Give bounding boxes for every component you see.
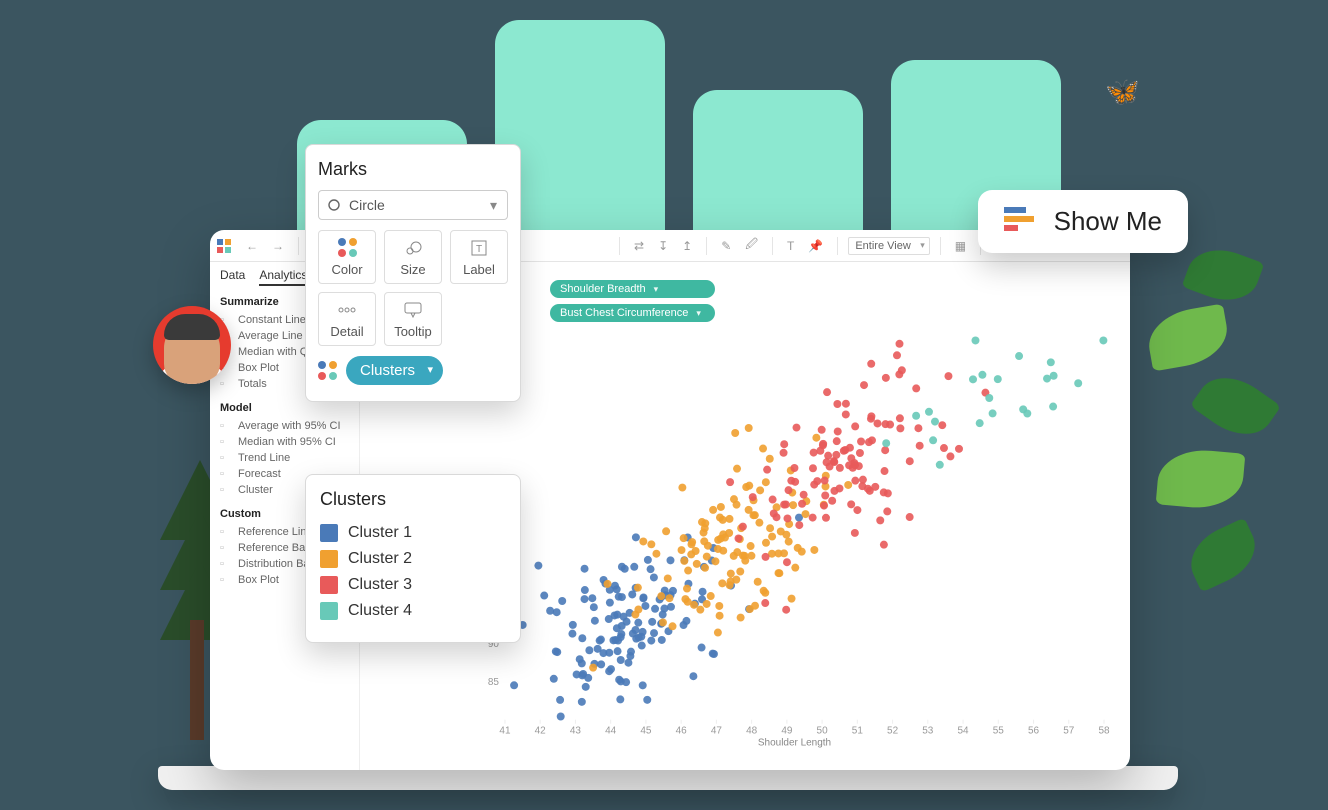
- back-button[interactable]: ←: [242, 237, 262, 255]
- fit-selector[interactable]: Entire View: [848, 237, 929, 255]
- svg-text:52: 52: [887, 726, 899, 737]
- marks-title: Marks: [318, 159, 508, 180]
- marks-detail[interactable]: Detail: [318, 292, 376, 346]
- svg-text:51: 51: [852, 726, 864, 737]
- clusters-legend: Clusters Cluster 1Cluster 2Cluster 3Clus…: [305, 474, 521, 643]
- scatter-chart: 414243444546474849505152535455565758 859…: [475, 330, 1114, 750]
- mark-type-label: Circle: [349, 197, 385, 213]
- group-icon[interactable]: 🖉: [741, 233, 762, 258]
- svg-text:47: 47: [711, 726, 723, 737]
- shelves: Shoulder Breadth Bust Chest Circumferenc…: [550, 280, 715, 322]
- tab-data[interactable]: Data: [220, 268, 245, 286]
- clusters-pill[interactable]: Clusters: [346, 356, 443, 385]
- svg-text:43: 43: [570, 726, 582, 737]
- show-me-icon: [1004, 207, 1038, 237]
- label-icon[interactable]: T: [783, 237, 798, 255]
- model-item[interactable]: ▫Average with 95% CI: [220, 418, 349, 434]
- swap-icon[interactable]: ⇄: [630, 237, 648, 255]
- sort-asc-icon[interactable]: ↧: [654, 237, 672, 255]
- show-me-button[interactable]: Show Me: [978, 190, 1188, 253]
- svg-text:41: 41: [499, 726, 511, 737]
- svg-text:58: 58: [1098, 726, 1110, 737]
- svg-text:53: 53: [922, 726, 934, 737]
- sort-desc-icon[interactable]: ↥: [678, 237, 696, 255]
- mark-type-select[interactable]: Circle: [318, 190, 508, 220]
- marks-size[interactable]: Size: [384, 230, 442, 284]
- svg-text:49: 49: [781, 726, 793, 737]
- show-hide-icon[interactable]: ▦: [951, 237, 970, 255]
- svg-text:85: 85: [488, 677, 500, 688]
- marks-detail-label: Detail: [330, 324, 363, 339]
- svg-text:54: 54: [958, 726, 970, 737]
- pin-icon[interactable]: 📌: [804, 237, 827, 255]
- svg-text:45: 45: [640, 726, 652, 737]
- legend-item[interactable]: Cluster 1: [320, 520, 506, 546]
- legend-item[interactable]: Cluster 4: [320, 598, 506, 624]
- marks-size-label: Size: [400, 262, 425, 277]
- svg-text:50: 50: [817, 726, 829, 737]
- tab-analytics[interactable]: Analytics: [259, 268, 307, 286]
- model-item[interactable]: ▫Median with 95% CI: [220, 434, 349, 450]
- svg-text:T: T: [476, 244, 482, 255]
- marks-tooltip-label: Tooltip: [394, 324, 432, 339]
- legend-item[interactable]: Cluster 3: [320, 572, 506, 598]
- section-model: Model: [220, 402, 349, 414]
- columns-pill[interactable]: Shoulder Breadth: [550, 280, 715, 298]
- app-logo-icon: [216, 238, 232, 254]
- marks-color-label: Color: [331, 262, 362, 277]
- svg-text:56: 56: [1028, 726, 1040, 737]
- legend-item[interactable]: Cluster 2: [320, 546, 506, 572]
- forward-button[interactable]: →: [268, 237, 288, 255]
- marks-label[interactable]: T Label: [450, 230, 508, 284]
- svg-text:46: 46: [676, 726, 688, 737]
- rows-pill[interactable]: Bust Chest Circumference: [550, 304, 715, 322]
- svg-text:42: 42: [535, 726, 547, 737]
- show-me-label: Show Me: [1054, 206, 1162, 237]
- svg-text:48: 48: [746, 726, 758, 737]
- highlight-icon[interactable]: ✎: [717, 237, 735, 255]
- svg-text:57: 57: [1063, 726, 1075, 737]
- avatar: [153, 306, 231, 384]
- svg-text:44: 44: [605, 726, 617, 737]
- marks-tooltip[interactable]: Tooltip: [384, 292, 442, 346]
- marks-label-label: Label: [463, 262, 495, 277]
- marks-card: Marks Circle Color Size T Label Detail T…: [305, 144, 521, 402]
- svg-text:Shoulder Length: Shoulder Length: [758, 738, 831, 749]
- model-item[interactable]: ▫Trend Line: [220, 450, 349, 466]
- butterfly-icon: 🦋: [1105, 75, 1140, 108]
- svg-text:55: 55: [993, 726, 1005, 737]
- marks-color[interactable]: Color: [318, 230, 376, 284]
- legend-title: Clusters: [320, 489, 506, 510]
